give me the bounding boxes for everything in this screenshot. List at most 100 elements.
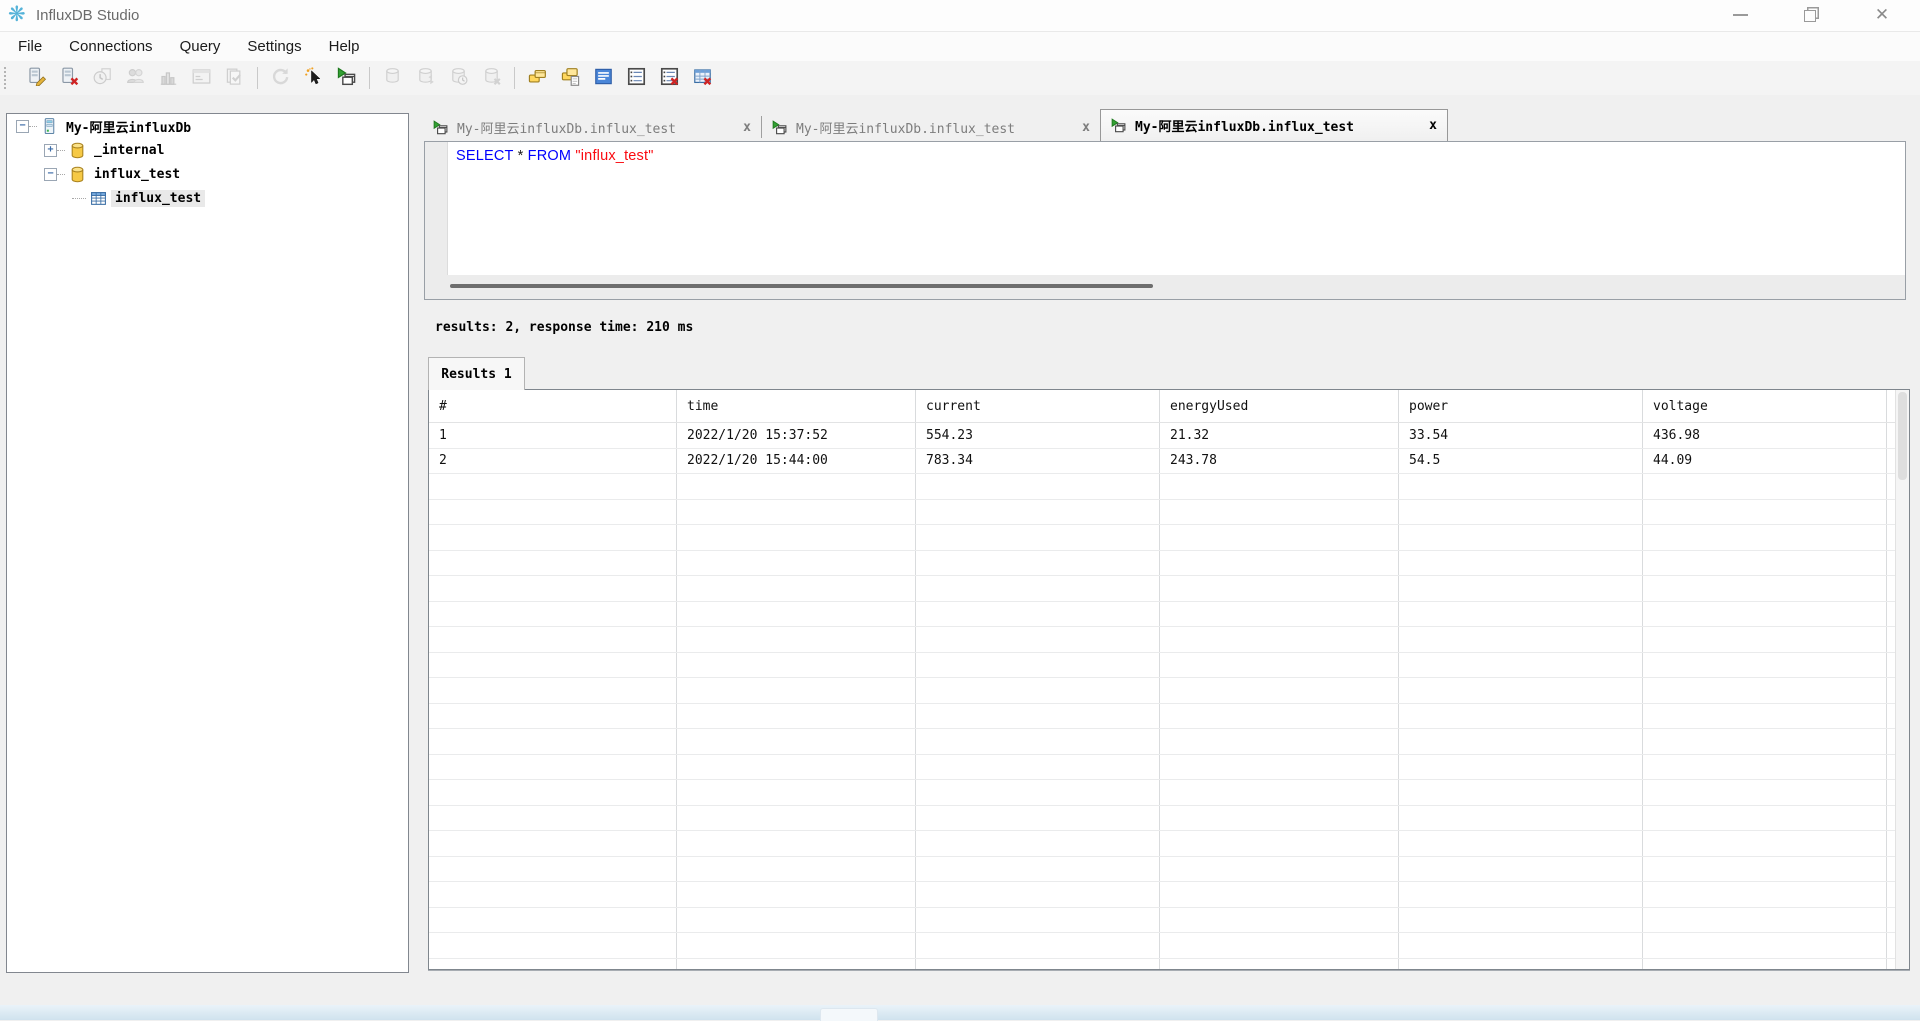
toolbar-grip <box>4 67 10 89</box>
tree-connector <box>57 174 65 175</box>
tree-item-label: _internal <box>90 142 168 159</box>
database-edit-button[interactable] <box>24 65 49 91</box>
expand-icon[interactable]: + <box>44 144 57 157</box>
table-cell <box>1643 933 1887 958</box>
tree-item-_internal[interactable]: + _internal <box>7 138 408 162</box>
table-clear-button[interactable] <box>690 65 715 91</box>
toolbar <box>0 61 1920 95</box>
list-view-button[interactable] <box>624 65 649 91</box>
column-header-time[interactable]: time <box>677 390 916 422</box>
menu-file[interactable]: File <box>18 38 42 55</box>
run-wizard-button[interactable] <box>301 65 326 91</box>
table-cell <box>677 704 916 729</box>
table-cell <box>429 780 677 805</box>
media-check-button <box>222 65 247 91</box>
column-header-power[interactable]: power <box>1399 390 1643 422</box>
table-row-2[interactable]: 22022/1/20 15:44:00783.34243.7854.544.09 <box>429 449 1896 475</box>
tab-close-button[interactable]: x <box>743 120 751 135</box>
tags-button[interactable] <box>525 65 550 91</box>
query-tab-2[interactable]: My-阿里云influxDb.influx_testx <box>762 113 1100 141</box>
table-empty-row <box>429 908 1896 934</box>
toolbar-separator <box>257 67 258 89</box>
menu-connections[interactable]: Connections <box>69 38 152 55</box>
table-cell <box>429 653 677 678</box>
hscrollbar-thumb[interactable] <box>450 284 1153 288</box>
tree-item-influx_test[interactable]: − influx_test <box>7 162 408 186</box>
table-cell <box>1160 627 1399 652</box>
column-header-voltage[interactable]: voltage <box>1643 390 1887 422</box>
database-delete-icon <box>60 67 79 89</box>
table-cell <box>916 959 1160 970</box>
tree-connector <box>29 126 37 127</box>
table-cell <box>1399 959 1643 970</box>
tree-item-influx_test[interactable]: influx_test <box>7 186 408 210</box>
table-cell <box>1399 933 1643 958</box>
table-cell <box>1643 704 1887 729</box>
tree-item-label: influx_test <box>90 166 184 183</box>
table-cell <box>1399 653 1643 678</box>
column-header-current[interactable]: current <box>916 390 1160 422</box>
vscrollbar-thumb[interactable] <box>1898 392 1907 480</box>
table-cell <box>916 704 1160 729</box>
table-cell <box>429 678 677 703</box>
table-empty-row <box>429 857 1896 883</box>
media-check-icon <box>225 67 244 89</box>
table-cell <box>1643 653 1887 678</box>
table-cell <box>677 780 916 805</box>
collapse-icon[interactable]: − <box>44 168 57 181</box>
table-cell: 554.23 <box>916 423 1160 448</box>
table-empty-row <box>429 780 1896 806</box>
table-cell <box>916 551 1160 576</box>
text-view-button[interactable] <box>591 65 616 91</box>
collapse-icon[interactable]: − <box>16 120 29 133</box>
table-cell <box>677 806 916 831</box>
table-empty-row <box>429 806 1896 832</box>
close-button[interactable]: ✕ <box>1862 0 1902 30</box>
column-header-energyUsed[interactable]: energyUsed <box>1160 390 1399 422</box>
tab-close-button[interactable]: x <box>1429 118 1437 133</box>
results-tab[interactable]: Results 1 <box>428 357 525 390</box>
table-cell <box>916 729 1160 754</box>
chart-button <box>156 65 181 91</box>
query-tab-3[interactable]: My-阿里云influxDb.influx_testx <box>1100 109 1448 141</box>
table-cell <box>1160 525 1399 550</box>
run-wizard-icon <box>304 67 323 89</box>
restore-button[interactable] <box>1790 0 1830 30</box>
run-query-button[interactable] <box>334 65 359 91</box>
editor-hscrollbar[interactable] <box>425 275 1905 299</box>
table-cell: 436.98 <box>1643 423 1887 448</box>
tree-item-My-阿里云influxDb[interactable]: −My-阿里云influxDb <box>7 114 408 138</box>
table-cell <box>1160 882 1399 907</box>
table-cell <box>1643 525 1887 550</box>
tree-connector <box>57 150 65 151</box>
table-cell <box>1643 576 1887 601</box>
table-cell <box>429 959 677 970</box>
table-empty-row <box>429 755 1896 781</box>
table-row-1[interactable]: 12022/1/20 15:37:52554.2321.3233.54436.9… <box>429 423 1896 449</box>
table-cell <box>677 525 916 550</box>
table-cell <box>1643 474 1887 499</box>
table-cell <box>916 780 1160 805</box>
table-cell <box>677 933 916 958</box>
table-vscrollbar[interactable] <box>1895 390 1909 969</box>
list-clear-button[interactable] <box>657 65 682 91</box>
database-delete-button[interactable] <box>57 65 82 91</box>
db-drop-button <box>479 65 504 91</box>
tab-close-button[interactable]: x <box>1082 120 1090 135</box>
db-drop-icon <box>482 67 501 89</box>
menu-query[interactable]: Query <box>180 38 221 55</box>
chart-icon <box>159 67 178 89</box>
menu-settings[interactable]: Settings <box>247 38 301 55</box>
table-cell <box>677 882 916 907</box>
sql-query-text[interactable]: SELECT * FROM "influx_test" <box>456 148 654 164</box>
text-view-icon <box>594 67 613 89</box>
table-cell <box>1399 525 1643 550</box>
menu-help[interactable]: Help <box>329 38 360 55</box>
measurement-icon <box>90 190 107 207</box>
table-cell <box>1160 959 1399 970</box>
list-clear-icon <box>660 67 679 89</box>
query-tab-1[interactable]: My-阿里云influxDb.influx_testx <box>423 113 761 141</box>
minimize-button[interactable] <box>1720 0 1760 30</box>
tags-export-button[interactable] <box>558 65 583 91</box>
column-header-num[interactable]: # <box>429 390 677 422</box>
